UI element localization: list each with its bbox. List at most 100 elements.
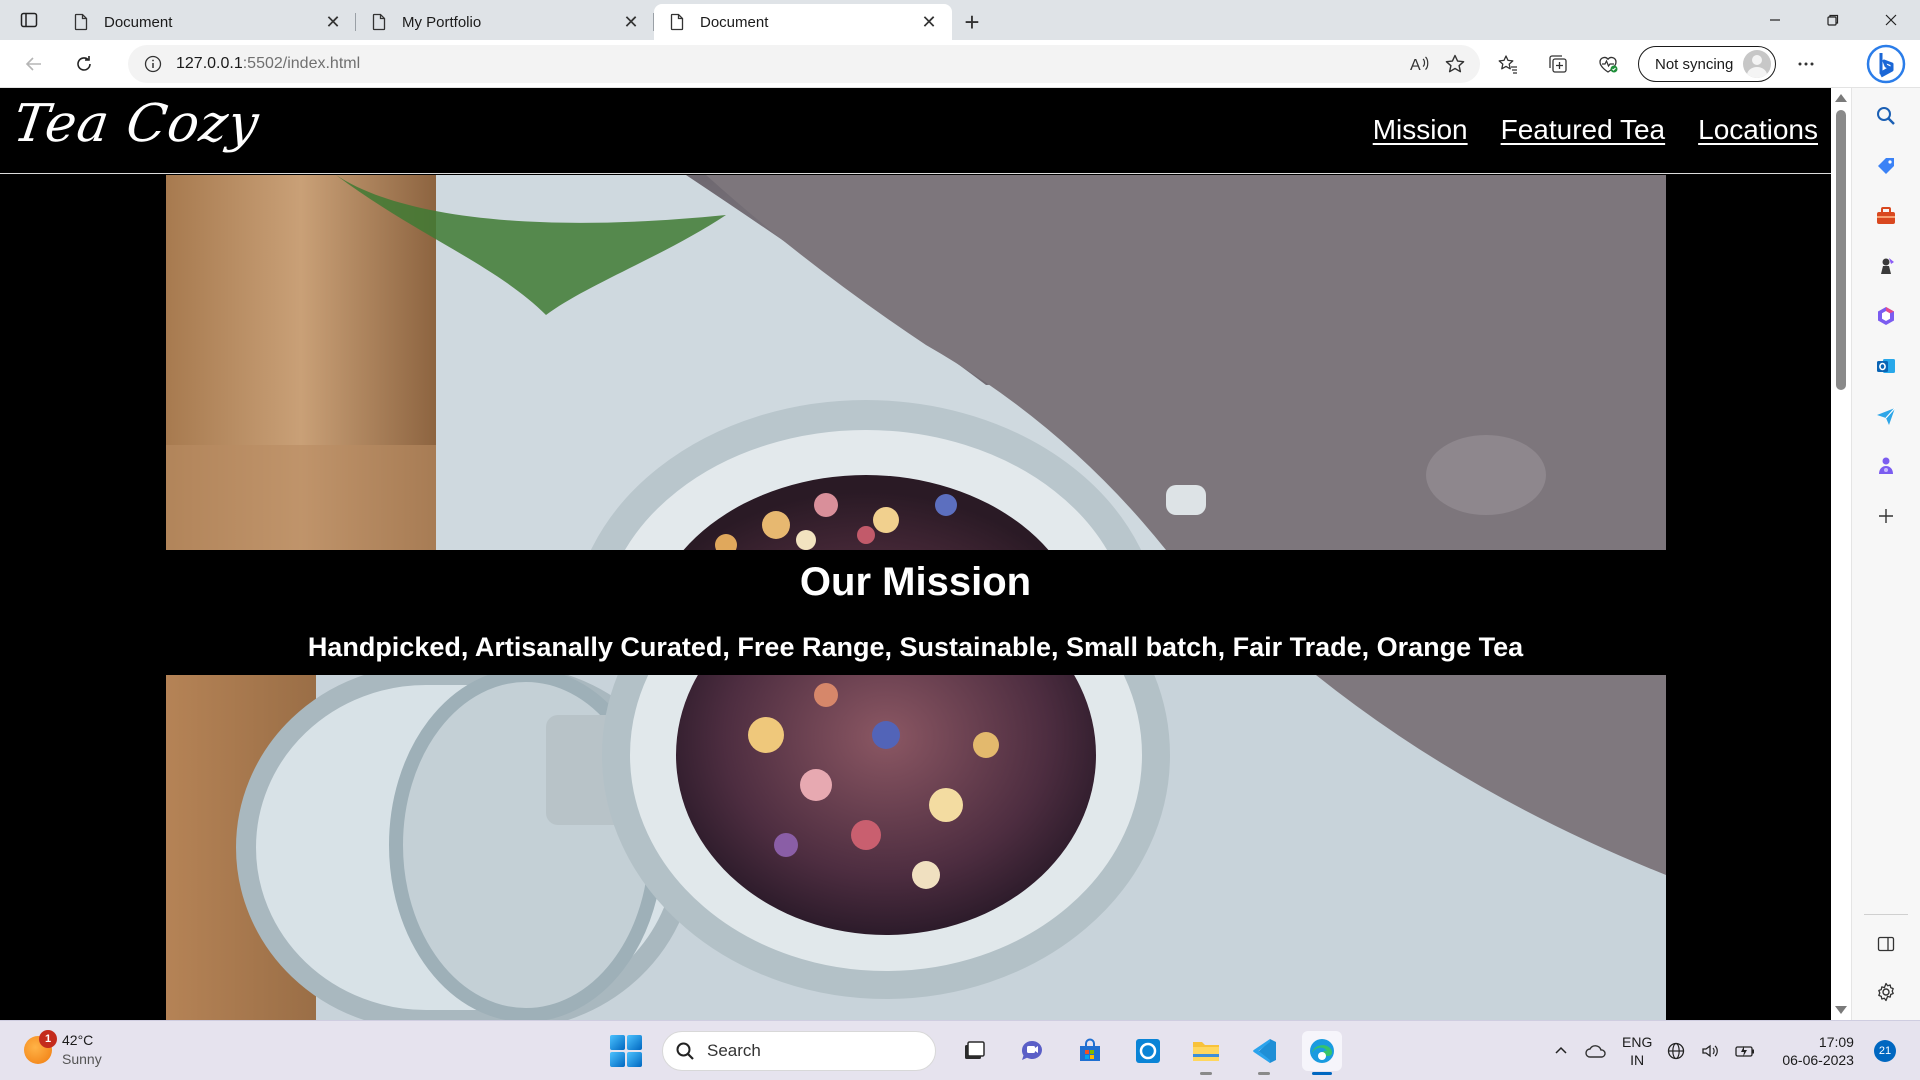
mission-hero-image [166,175,1666,550]
close-window-button[interactable] [1862,0,1920,40]
chevron-up-icon[interactable] [1552,1042,1570,1060]
onedrive-cloud-icon[interactable] [1584,1042,1608,1060]
address-bar-actions: A [1408,45,1466,83]
tab-title: My Portfolio [402,13,482,31]
language-code: ENG [1622,1034,1653,1050]
weather-alert-badge: 1 [39,1030,57,1048]
read-aloud-icon[interactable]: A [1408,53,1430,75]
task-view-icon[interactable] [954,1031,994,1071]
mission-hero-image-lower [166,675,1666,1020]
edge-icon[interactable] [1302,1031,1342,1075]
scroll-thumb[interactable] [1836,110,1846,390]
window-controls [1746,0,1920,40]
refresh-button[interactable] [64,44,104,84]
sidebar-toolbox-icon[interactable] [1872,202,1900,230]
heart-pulse-icon [1599,56,1618,73]
edge-sidebar [1851,88,1920,1020]
sidebar-games-icon[interactable] [1872,252,1900,280]
page-scrollbar[interactable] [1831,88,1851,1020]
settings-more-button[interactable] [1786,44,1826,84]
favorites-icon [1498,55,1517,74]
windows-taskbar: 1 42°C Sunny Search ENG IN 17:09 06-06-2… [0,1020,1920,1080]
address-bar[interactable]: 127.0.0.1:5502/index.html A [128,45,1480,83]
battery-icon[interactable] [1734,1041,1756,1061]
site-info-icon[interactable] [134,55,172,73]
restore-icon [1827,14,1839,26]
bing-chat-button[interactable] [1866,44,1906,84]
url-text[interactable]: 127.0.0.1:5502/index.html [176,55,360,73]
running-indicator [1312,1072,1332,1075]
store-icon[interactable] [1070,1031,1110,1071]
page-viewport: Tea Cozy Mission Featured Tea Locations [0,88,1831,1020]
close-tab-icon[interactable]: ✕ [322,11,344,33]
volume-icon[interactable] [1700,1041,1720,1061]
close-tab-icon[interactable]: ✕ [918,11,940,33]
avatar [1743,50,1772,78]
tab-my-portfolio[interactable]: My Portfolio ✕ [356,4,654,40]
weather-widget[interactable]: 1 42°C Sunny [24,1030,102,1069]
taskbar-search-box[interactable]: Search [662,1031,936,1071]
collections-icon [1549,55,1567,73]
network-globe-icon[interactable] [1666,1041,1686,1061]
favorites-button[interactable] [1488,44,1528,84]
split-screen-icon[interactable] [1872,930,1900,958]
cortana-icon[interactable] [1128,1031,1168,1071]
taskbar-apps: Search [608,1031,1342,1075]
toolbar-right: Not syncing [1488,44,1826,84]
site-nav: Mission Featured Tea Locations [1373,114,1818,146]
profile-sync-button[interactable]: Not syncing [1638,46,1777,82]
minimize-button[interactable] [1746,0,1804,40]
running-indicator [1200,1072,1212,1075]
page-icon [670,13,684,31]
svg-text:A: A [1410,57,1421,74]
tab-actions-icon [20,12,38,28]
start-button[interactable] [608,1033,644,1069]
clock-time: 17:09 [1818,1034,1854,1050]
sidebar-tag-icon[interactable] [1872,152,1900,180]
sidebar-add-icon[interactable] [1872,502,1900,530]
restore-button[interactable] [1804,0,1862,40]
tab-actions-button[interactable] [0,0,58,40]
favorite-star-icon[interactable] [1444,53,1466,75]
collections-button[interactable] [1538,44,1578,84]
tab-strip: Document ✕ My Portfolio ✕ Document ✕ + [0,0,1920,40]
nav-link-locations[interactable]: Locations [1698,114,1818,146]
tab-title: Document [700,13,769,31]
sidebar-send-icon[interactable] [1872,402,1900,430]
browser-toolbar: 127.0.0.1:5502/index.html A Not syncing [0,40,1920,88]
tab-document-active[interactable]: Document ✕ [654,4,952,40]
sidebar-search-icon[interactable] [1872,102,1900,130]
browser-essentials-button[interactable] [1588,44,1628,84]
close-icon [1885,14,1897,26]
more-dots-icon [1798,62,1814,66]
tab-document-1[interactable]: Document ✕ [58,4,356,40]
vscode-icon[interactable] [1244,1031,1284,1075]
site-logo[interactable]: Tea Cozy [10,94,263,154]
close-tab-icon[interactable]: ✕ [620,11,642,33]
new-tab-button[interactable]: + [952,4,992,40]
sun-icon: 1 [24,1030,57,1064]
language-indicator[interactable]: ENG IN [1622,1033,1652,1069]
sidebar-outlook-icon[interactable] [1872,352,1900,380]
url-host: 127.0.0.1 [176,55,243,72]
language-region: IN [1630,1052,1645,1068]
system-tray: ENG IN 17:09 06-06-2023 21 [1552,1021,1896,1080]
back-button[interactable] [14,44,54,84]
sidebar-settings-icon[interactable] [1872,978,1900,1006]
refresh-icon [77,55,91,71]
back-arrow-icon [25,56,41,71]
file-explorer-icon[interactable] [1186,1031,1226,1075]
nav-link-mission[interactable]: Mission [1373,114,1468,146]
nav-link-featured-tea[interactable]: Featured Tea [1501,114,1666,146]
page-icon [372,13,386,31]
page-icon [74,13,88,31]
chat-icon[interactable] [1012,1031,1052,1071]
sidebar-office-icon[interactable] [1872,302,1900,330]
scroll-down-arrow-icon[interactable] [1835,1006,1847,1014]
taskbar-search-placeholder: Search [707,1041,761,1060]
sidebar-copilot-icon[interactable] [1872,452,1900,480]
taskbar-clock[interactable]: 17:09 06-06-2023 [1782,1033,1854,1069]
minimize-icon [1770,19,1780,21]
notification-badge[interactable]: 21 [1873,1040,1896,1062]
scroll-up-arrow-icon[interactable] [1835,94,1847,102]
